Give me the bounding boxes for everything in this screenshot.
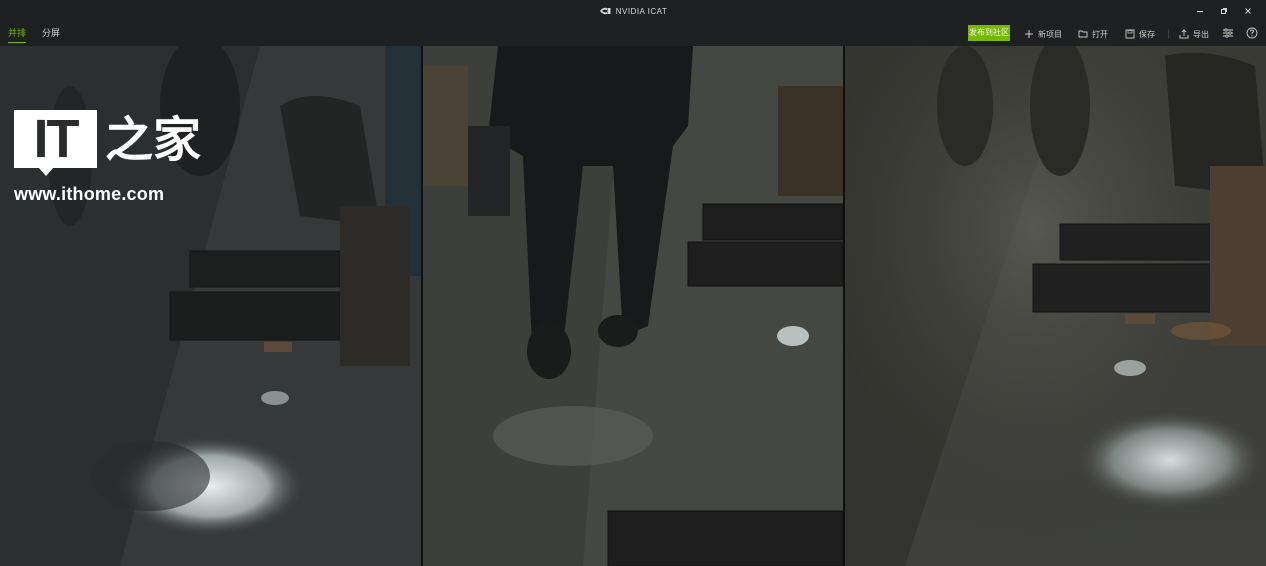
toolbar: 并排 分屏 发布到社区 新项目 打开 保存 导出	[0, 22, 1266, 47]
minimize-icon[interactable]	[1188, 0, 1212, 22]
settings-icon[interactable]	[1222, 27, 1234, 39]
ithome-watermark: IT 之家 www.ithome.com	[14, 110, 201, 205]
plus-icon	[1025, 30, 1033, 38]
export-button[interactable]: 导出	[1179, 27, 1209, 41]
open-label: 打开	[1092, 29, 1108, 39]
comparison-viewport[interactable]: IT 之家 www.ithome.com	[0, 46, 1266, 566]
tab-side-by-side[interactable]: 并排	[8, 26, 27, 43]
middle-comparison-image[interactable]	[423, 46, 843, 566]
publish-button[interactable]: 发布到社区	[968, 25, 1010, 41]
save-label: 保存	[1139, 29, 1155, 39]
window-title: NVIDIA ICAT	[615, 6, 668, 16]
watermark-logo-it: IT	[14, 110, 97, 176]
export-label: 导出	[1193, 29, 1209, 39]
street-scene-right	[845, 46, 1266, 566]
app-title: NVIDIA ICAT	[599, 7, 668, 16]
save-button[interactable]: 保存	[1125, 27, 1155, 41]
export-icon	[1179, 29, 1189, 39]
folder-icon	[1078, 30, 1088, 38]
watermark-url: www.ithome.com	[14, 184, 165, 204]
new-project-button[interactable]: 新项目	[1024, 27, 1062, 41]
restore-icon[interactable]	[1212, 0, 1236, 22]
new-project-label: 新项目	[1038, 29, 1062, 39]
street-scene-middle	[423, 46, 843, 566]
title-bar: NVIDIA ICAT	[0, 0, 1266, 22]
watermark-logo-cn: 之家	[105, 112, 202, 168]
toolbar-divider	[1168, 29, 1169, 39]
open-button[interactable]: 打开	[1078, 27, 1108, 41]
close-icon[interactable]	[1236, 0, 1260, 22]
nvidia-logo-icon	[599, 7, 611, 15]
help-icon[interactable]	[1246, 27, 1258, 39]
right-comparison-image[interactable]	[845, 46, 1266, 566]
save-icon	[1125, 29, 1135, 39]
tab-split-screen[interactable]: 分屏	[42, 26, 60, 42]
